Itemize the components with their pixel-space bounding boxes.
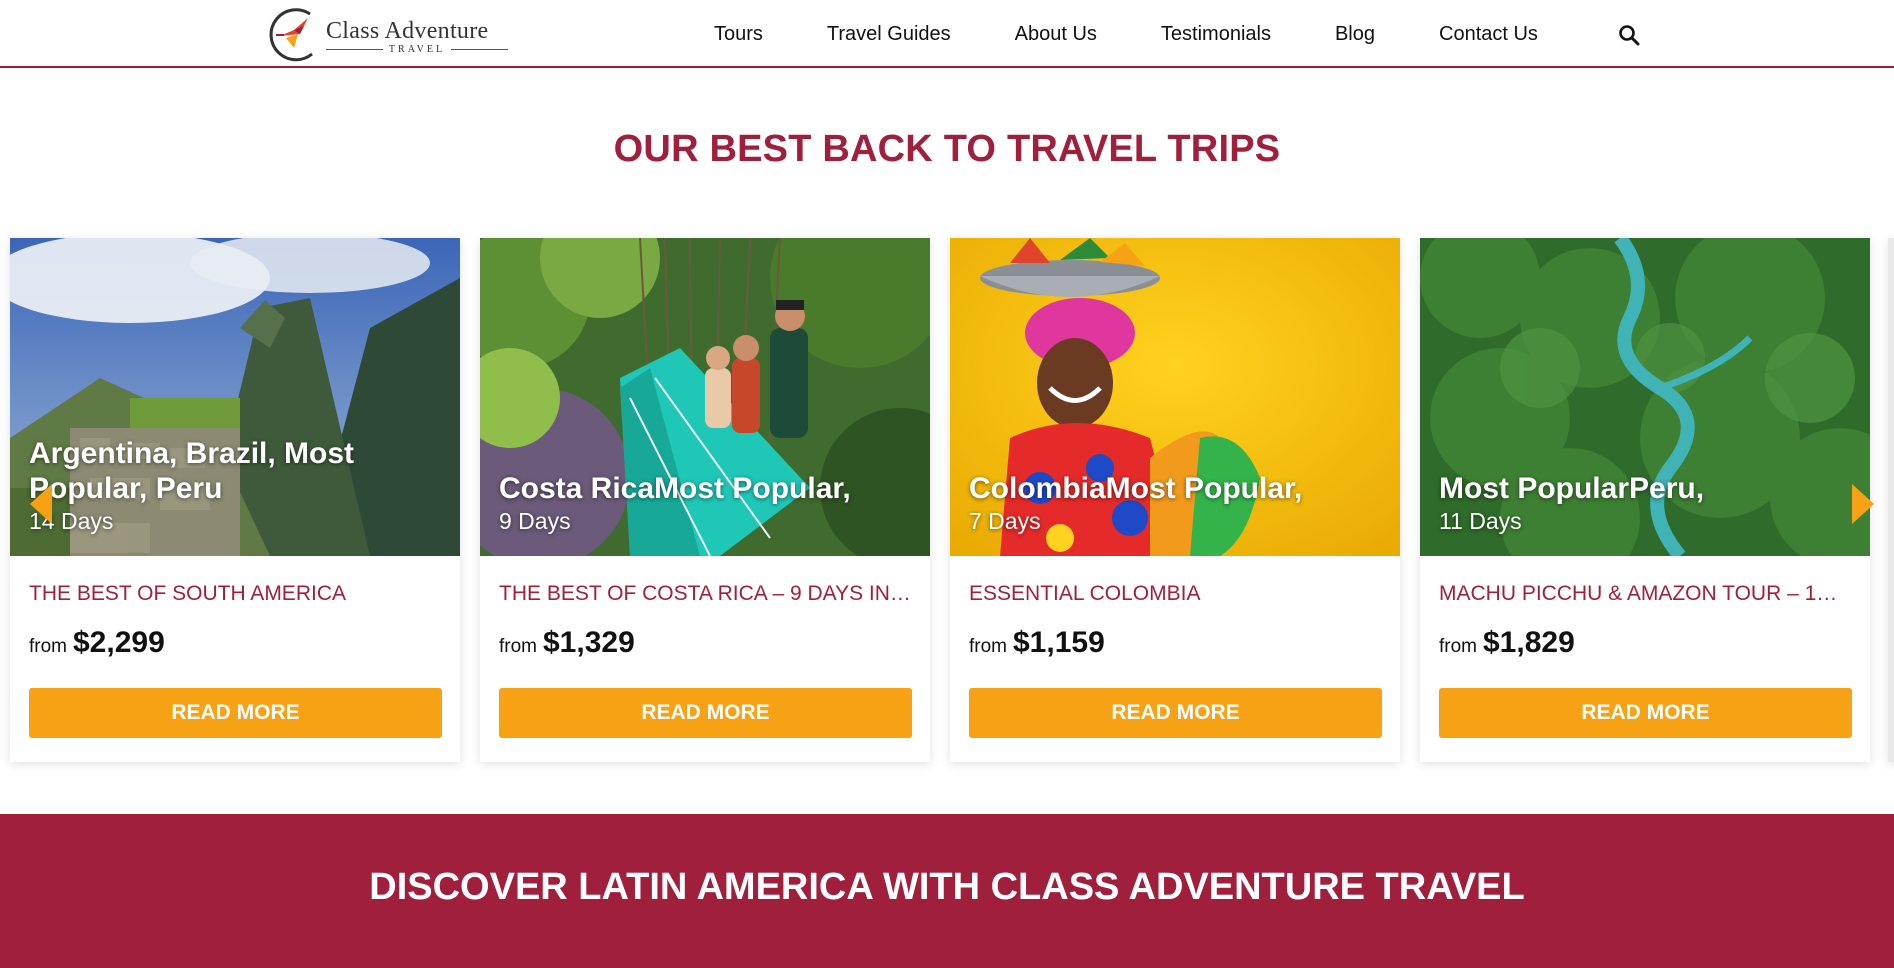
trip-image[interactable]: Most PopularPeru, 11 Days — [1420, 238, 1870, 556]
chevron-right-icon[interactable] — [1850, 482, 1876, 526]
price-from-label: from — [29, 636, 67, 657]
trip-price: from $2,299 — [29, 626, 165, 660]
price-amount: $2,299 — [73, 626, 165, 659]
logo[interactable]: Class Adventure TRAVEL — [264, 4, 514, 64]
trip-name[interactable]: MACHU PICCHU & AMAZON TOUR – 1… — [1439, 582, 1853, 606]
trip-card: ColombiaMost Popular, 7 Days ESSENTIAL C… — [950, 238, 1400, 762]
trip-days: 7 Days — [969, 508, 1041, 534]
read-more-button[interactable]: READ MORE — [969, 688, 1382, 738]
trip-days: 11 Days — [1439, 508, 1522, 534]
trip-image[interactable]: Argentina, Brazil, Most Popular, Peru 14… — [10, 238, 460, 556]
nav-contact-us[interactable]: Contact Us — [1439, 23, 1538, 46]
read-more-button[interactable]: READ MORE — [29, 688, 442, 738]
main-nav: Tours Travel Guides About Us Testimonial… — [714, 14, 1602, 54]
logo-name: Class Adventure — [326, 18, 489, 44]
price-from-label: from — [1439, 636, 1477, 657]
trip-card: Argentina, Brazil, Most Popular, Peru 14… — [10, 238, 460, 762]
trip-card: Most PopularPeru, 11 Days MACHU PICCHU &… — [1420, 238, 1870, 762]
trip-price: from $1,159 — [969, 626, 1105, 660]
trip-price: from $1,329 — [499, 626, 635, 660]
trip-name[interactable]: THE BEST OF SOUTH AMERICA — [29, 582, 443, 606]
search-icon[interactable] — [1618, 24, 1640, 46]
price-amount: $1,329 — [543, 626, 635, 659]
site-header: Class Adventure TRAVEL Tours Travel Guid… — [0, 0, 1894, 68]
trip-destinations: ColombiaMost Popular, — [969, 472, 1303, 505]
section-title: OUR BEST BACK TO TRAVEL TRIPS — [613, 128, 1281, 170]
nav-testimonials[interactable]: Testimonials — [1161, 23, 1271, 46]
trip-image[interactable]: ColombiaMost Popular, 7 Days — [950, 238, 1400, 556]
chevron-left-icon[interactable] — [28, 482, 54, 526]
nav-tours[interactable]: Tours — [714, 23, 763, 46]
price-from-label: from — [969, 636, 1007, 657]
trip-name[interactable]: ESSENTIAL COLOMBIA — [969, 582, 1383, 606]
discover-banner: DISCOVER LATIN AMERICA WITH CLASS ADVENT… — [0, 814, 1894, 968]
nav-blog[interactable]: Blog — [1335, 23, 1375, 46]
hummingbird-logo-icon — [269, 8, 313, 62]
nav-about-us[interactable]: About Us — [1015, 23, 1097, 46]
trip-price: from $1,829 — [1439, 626, 1575, 660]
nav-travel-guides[interactable]: Travel Guides — [827, 23, 951, 46]
trip-image[interactable]: Costa RicaMost Popular, 9 Days — [480, 238, 930, 556]
read-more-button[interactable]: READ MORE — [1439, 688, 1852, 738]
price-amount: $1,829 — [1483, 626, 1575, 659]
logo-subtitle: TRAVEL — [326, 44, 508, 55]
trip-destinations: Most PopularPeru, — [1439, 472, 1705, 505]
banner-heading: DISCOVER LATIN AMERICA WITH CLASS ADVENT… — [369, 866, 1525, 908]
price-amount: $1,159 — [1013, 626, 1105, 659]
trip-name[interactable]: THE BEST OF COSTA RICA – 9 DAYS IN… — [499, 582, 913, 606]
trip-destinations: Costa RicaMost Popular, — [499, 472, 851, 505]
price-from-label: from — [499, 636, 537, 657]
logo-sub-text: TRAVEL — [388, 44, 446, 55]
next-trip-card-peek — [1888, 238, 1894, 762]
trip-days: 9 Days — [499, 508, 571, 534]
read-more-button[interactable]: READ MORE — [499, 688, 912, 738]
trip-card: Costa RicaMost Popular, 9 Days THE BEST … — [480, 238, 930, 762]
trip-destinations: Argentina, Brazil, Most Popular, Peru — [29, 437, 355, 505]
